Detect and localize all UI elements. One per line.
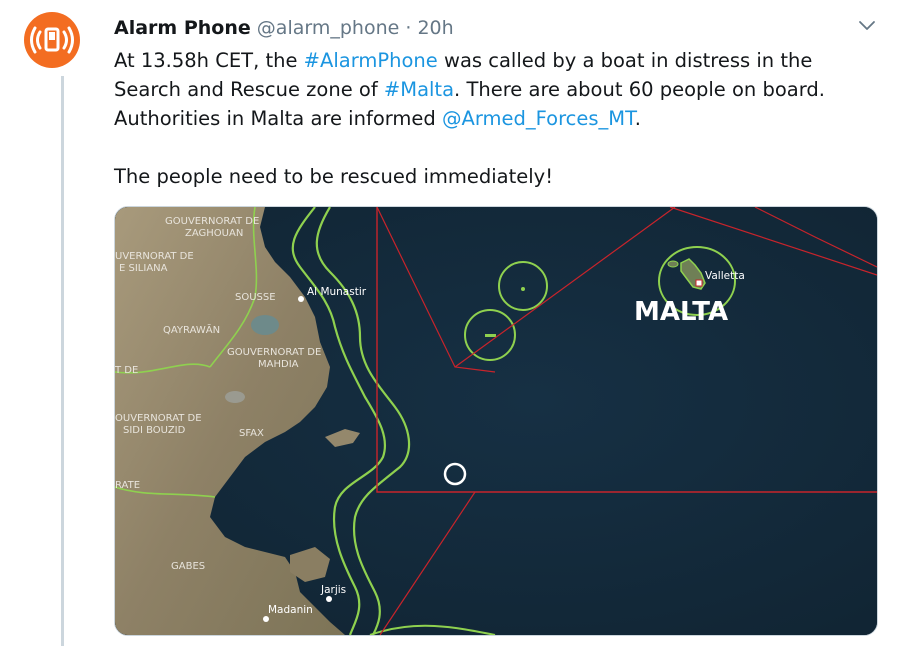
mention-armed-forces[interactable]: @Armed_Forces_MT (442, 107, 635, 130)
gozo-island (667, 260, 679, 268)
tweet: Alarm Phone @alarm_phone · 20h At 13.58h… (0, 0, 898, 646)
hashtag-malta[interactable]: #Malta (384, 78, 454, 101)
tweet-text: At 13.58h CET, the #AlarmPhone was calle… (114, 46, 874, 191)
label-gov-sidibouzid-2: SIDI BOUZID (123, 425, 186, 436)
chevron-down-icon[interactable] (856, 14, 878, 36)
tweet-paragraph-2: The people need to be rescued immediatel… (114, 165, 554, 188)
linosa-island (521, 287, 525, 291)
user-handle[interactable]: @alarm_phone (257, 17, 400, 39)
map-image[interactable]: GOUVERNORAT DE ZAGHOUAN UVERNORAT DE E S… (114, 206, 878, 636)
label-gov-zaghouan-1: GOUVERNORAT DE (165, 216, 259, 227)
label-al-munastir: Al Munastir (307, 286, 367, 298)
madanin-dot (263, 616, 269, 622)
text-segment: . (634, 107, 641, 130)
valletta-marker (695, 279, 703, 287)
label-valletta: Valletta (705, 270, 745, 282)
label-malta: MALTA (634, 297, 728, 327)
label-qayrawan: QAYRAWĀN (163, 323, 220, 336)
label-t-de: T DE (115, 365, 138, 376)
timestamp[interactable]: 20h (417, 17, 453, 39)
salt-lake (225, 391, 245, 403)
label-gov-mahdia-1: GOUVERNORAT DE (227, 347, 321, 358)
label-jarjis: Jarjis (320, 584, 346, 596)
jarjis-dot (326, 596, 332, 602)
label-sousse: SOUSSE (235, 292, 276, 303)
hashtag-alarmphone[interactable]: #AlarmPhone (304, 49, 438, 72)
label-gov-zaghouan-2: ZAGHOUAN (185, 228, 243, 239)
label-gov-mahdia-2: MAHDIA (258, 359, 299, 370)
display-name[interactable]: Alarm Phone (114, 17, 251, 39)
label-gov-siliana-2: E SILIANA (119, 263, 168, 274)
map-graphic: GOUVERNORAT DE ZAGHOUAN UVERNORAT DE E S… (115, 207, 877, 635)
tweet-header: Alarm Phone @alarm_phone · 20h (114, 17, 454, 39)
alarm-phone-logo-icon (30, 26, 74, 54)
avatar[interactable] (24, 12, 80, 68)
text-segment: At 13.58h CET, the (114, 49, 304, 72)
tweet-paragraph-1: At 13.58h CET, the #AlarmPhone was calle… (114, 46, 874, 133)
label-gov-siliana-1: UVERNORAT DE (115, 251, 194, 262)
label-gabes: GABES (171, 561, 205, 572)
label-gov-sidibouzid-1: OUVERNORAT DE (115, 413, 202, 424)
label-sfax: SFAX (239, 428, 264, 439)
thread-line (61, 76, 64, 646)
label-madanin: Madanin (268, 604, 313, 616)
lagoon (251, 315, 279, 335)
separator-dot: · (405, 17, 412, 39)
label-rate: RATE (115, 480, 140, 491)
al-munastir-dot (298, 296, 304, 302)
lampedusa-island (485, 334, 496, 337)
